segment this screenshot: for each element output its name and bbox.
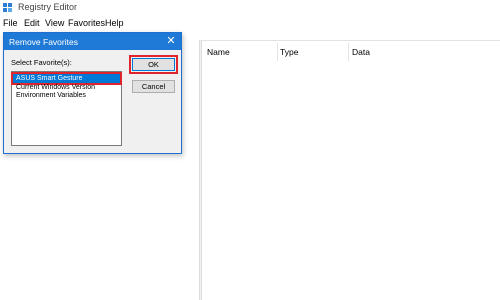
list-item[interactable]: Environment Variables [13, 91, 120, 100]
menu-view[interactable]: View [45, 18, 64, 28]
cancel-button[interactable]: Cancel [132, 80, 175, 93]
window-title: Registry Editor [18, 2, 78, 12]
ok-button[interactable]: OK [129, 55, 178, 74]
favorites-list[interactable]: ASUS Smart Gesture Current Windows Versi… [11, 71, 122, 146]
column-header-type[interactable]: Type [280, 47, 298, 57]
header-divider [202, 40, 500, 41]
column-header-data[interactable]: Data [352, 47, 370, 57]
menu-favorites[interactable]: Favorites [68, 18, 105, 28]
close-icon[interactable]: ✕ [165, 35, 177, 47]
registry-editor-icon [3, 3, 12, 12]
dialog-title: Remove Favorites [9, 37, 78, 47]
menu-help[interactable]: Help [105, 18, 124, 28]
menu-bar: File Edit View Favorites Help [0, 17, 500, 31]
column-separator[interactable] [277, 43, 278, 61]
list-item-selected[interactable]: ASUS Smart Gesture [11, 72, 122, 85]
remove-favorites-dialog: Remove Favorites ✕ Select Favorite(s): A… [3, 32, 182, 154]
select-favorites-label: Select Favorite(s): [11, 58, 72, 67]
values-pane[interactable]: Name Type Data [202, 40, 500, 300]
dialog-titlebar[interactable]: Remove Favorites ✕ [4, 33, 181, 50]
column-header-name[interactable]: Name [207, 47, 230, 57]
column-separator[interactable] [348, 43, 349, 61]
menu-edit[interactable]: Edit [24, 18, 40, 28]
menu-file[interactable]: File [3, 18, 18, 28]
window-titlebar: Registry Editor [0, 0, 500, 17]
